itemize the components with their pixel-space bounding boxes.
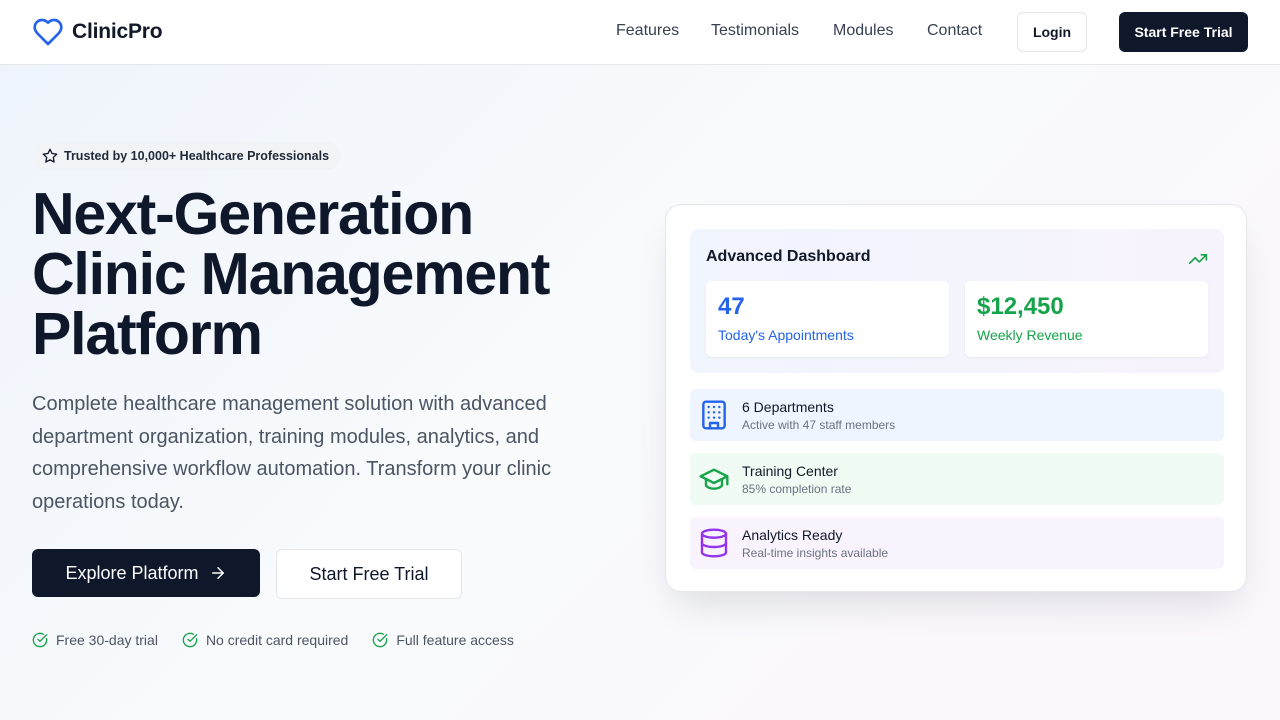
dashboard-preview-card: Advanced Dashboard 47 Today's Appointmen…	[665, 204, 1247, 592]
trust-badge-text: Trusted by 10,000+ Healthcare Profession…	[64, 149, 330, 163]
row-subtitle: 85% completion rate	[742, 482, 852, 496]
row-title: 6 Departments	[742, 399, 834, 415]
stat-label: Today's Appointments	[718, 327, 854, 343]
row-title: Analytics Ready	[742, 527, 843, 543]
explore-platform-button[interactable]: Explore Platform	[32, 549, 260, 597]
nav-link-modules[interactable]: Modules	[833, 22, 893, 40]
training-row: Training Center 85% completion rate	[690, 453, 1224, 505]
database-icon	[700, 528, 728, 558]
dashboard-title: Advanced Dashboard	[706, 248, 871, 265]
trust-badge: Trusted by 10,000+ Healthcare Profession…	[32, 142, 342, 170]
perk-item: Full feature access	[372, 632, 514, 648]
stat-value: 47	[718, 293, 745, 320]
stat-label: Weekly Revenue	[977, 327, 1083, 343]
row-title: Training Center	[742, 463, 838, 479]
logo-text: ClinicPro	[72, 20, 163, 43]
arrow-right-icon	[211, 567, 224, 579]
stat-value: $12,450	[977, 293, 1064, 320]
row-subtitle: Real-time insights available	[742, 546, 889, 560]
hero-title-line: Clinic Management	[32, 241, 550, 307]
hero-description: Complete healthcare management solution …	[32, 393, 552, 513]
logo[interactable]: ClinicPro	[32, 16, 163, 48]
heart-icon	[33, 18, 63, 46]
hero-title-line: Next-Generation	[32, 181, 474, 247]
perk-label: Full feature access	[396, 632, 514, 648]
nav-link-testimonials[interactable]: Testimonials	[711, 22, 799, 40]
perk-item: Free 30-day trial	[32, 632, 158, 648]
building-icon	[702, 400, 726, 430]
perk-list: Free 30-day trial No credit card require…	[32, 632, 514, 648]
trending-up-icon	[1188, 254, 1208, 264]
perk-label: No credit card required	[205, 632, 349, 648]
hero-title: Next-Generation Clinic Management Platfo…	[32, 184, 632, 364]
nav-link-contact[interactable]: Contact	[927, 22, 982, 40]
hero-title-line: Platform	[32, 301, 263, 367]
header-start-trial-button[interactable]: Start Free Trial	[1119, 12, 1248, 52]
check-circle-icon	[32, 632, 48, 648]
hero-start-trial-button[interactable]: Start Free Trial	[276, 549, 462, 599]
stat-revenue: $12,450 Weekly Revenue	[965, 281, 1208, 357]
analytics-row: Analytics Ready Real-time insights avail…	[690, 517, 1224, 569]
row-subtitle: Active with 47 staff members	[742, 418, 896, 432]
graduation-cap-icon	[699, 468, 729, 490]
perk-label: Free 30-day trial	[56, 632, 158, 648]
check-circle-icon	[182, 632, 198, 648]
dashboard-summary: Advanced Dashboard 47 Today's Appointmen…	[690, 229, 1224, 373]
stat-appointments: 47 Today's Appointments	[706, 281, 949, 357]
check-circle-icon	[373, 632, 388, 648]
nav-link-features[interactable]: Features	[616, 22, 679, 40]
departments-row: 6 Departments Active with 47 staff membe…	[690, 389, 1224, 441]
site-header: ClinicPro Features Testimonials Modules …	[0, 0, 1280, 65]
star-icon	[42, 148, 58, 163]
explore-platform-label: Explore Platform	[65, 562, 199, 583]
login-button[interactable]: Login	[1017, 12, 1087, 52]
perk-item: No credit card required	[182, 632, 348, 648]
